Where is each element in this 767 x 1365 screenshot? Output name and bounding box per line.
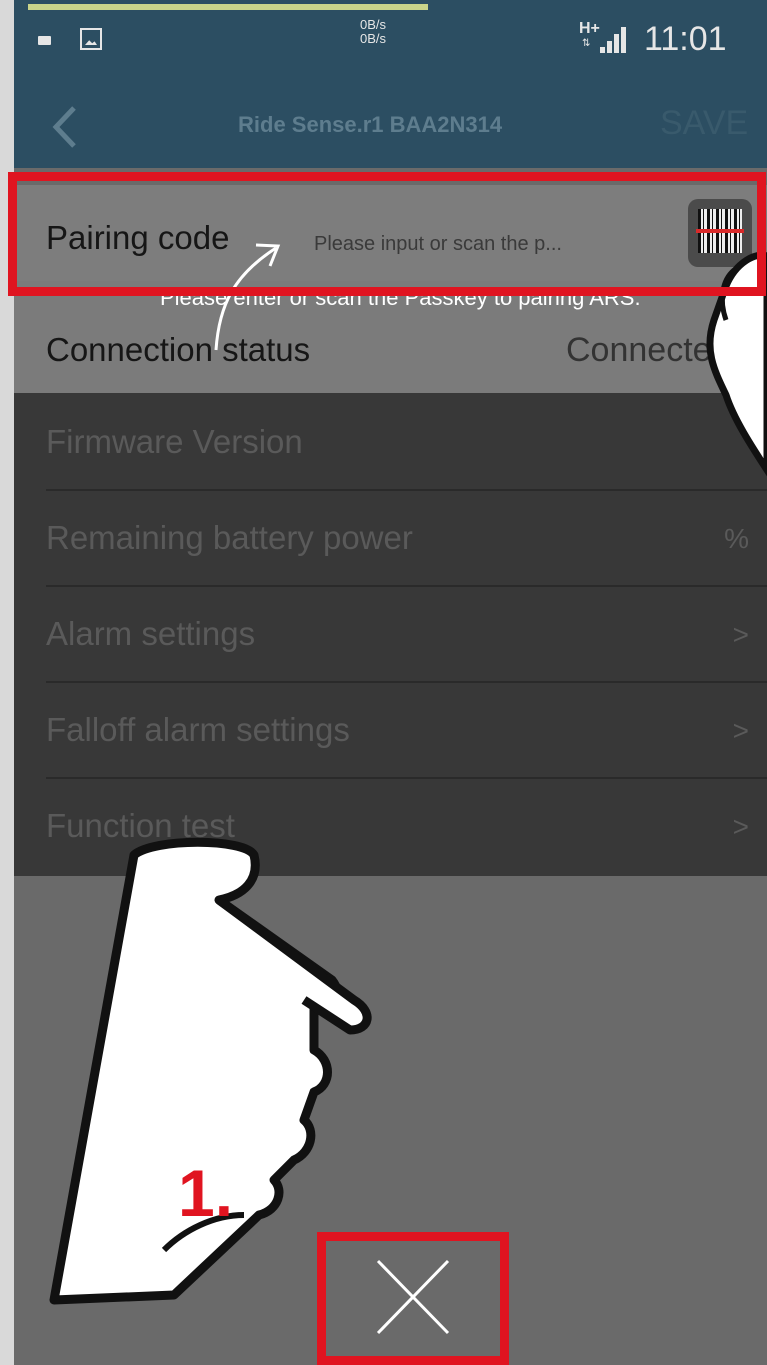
step-number: 1. [178,1156,234,1230]
close-icon [376,1259,450,1335]
pairing-highlight-box [8,172,766,296]
close-button[interactable] [317,1232,509,1365]
